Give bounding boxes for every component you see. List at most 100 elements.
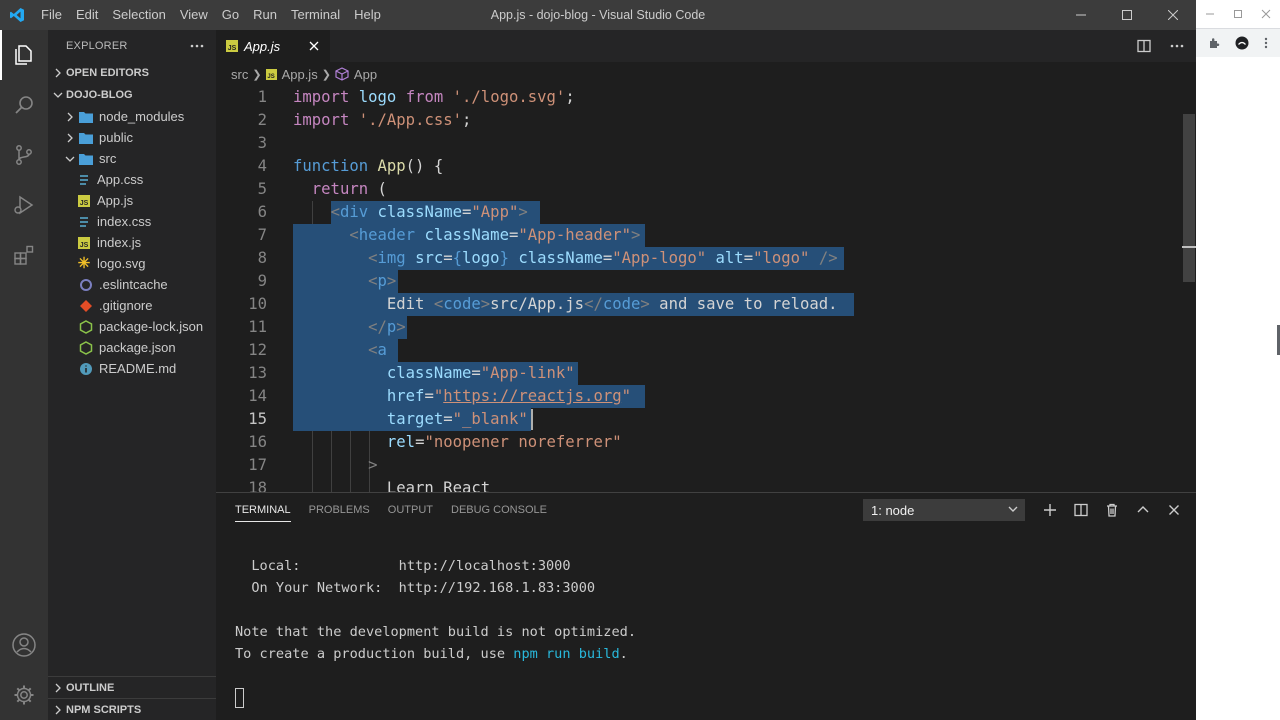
tab-terminal[interactable]: TERMINAL (226, 493, 300, 527)
code-line: 2 import './App.css'; (216, 109, 1196, 132)
code-line: 5 return ( (216, 178, 1196, 201)
terminal-prompt[interactable] (235, 687, 636, 709)
extensions-puzzle-icon[interactable] (1208, 37, 1220, 49)
search-icon[interactable] (0, 80, 48, 130)
browser-toolbar (1196, 29, 1280, 57)
accounts-icon[interactable] (0, 620, 48, 670)
code-editor[interactable]: 1 import logo from './logo.svg'; 2 import '… (216, 86, 1196, 492)
line-number: 13 (248, 364, 267, 382)
maximize-button[interactable] (1104, 0, 1150, 30)
new-terminal-icon[interactable] (1042, 502, 1058, 518)
close-tab-icon[interactable] (306, 38, 322, 54)
browser-menu-icon[interactable] (1264, 37, 1268, 49)
more-actions-icon[interactable] (1170, 44, 1184, 48)
tree-item-eslintcache[interactable]: .eslintcache (48, 274, 216, 295)
editor-scrollbar[interactable] (1182, 86, 1196, 492)
tree-item-label: index.css (97, 214, 152, 229)
code-text: return ( (311, 180, 387, 198)
tree-item-public[interactable]: public (48, 127, 216, 148)
menu-item-file[interactable]: File (34, 0, 69, 30)
tab-app-js[interactable]: JS App.js (216, 30, 330, 62)
code-text: import logo from './logo.svg'; (293, 88, 575, 106)
explorer-icon[interactable] (0, 30, 48, 80)
npm-scripts-label: NPM SCRIPTS (66, 703, 142, 716)
breadcrumb-src[interactable]: src (231, 67, 248, 82)
menu-item-edit[interactable]: Edit (69, 0, 105, 30)
more-actions-icon[interactable] (190, 44, 204, 48)
tree-item-gitignore[interactable]: .gitignore (48, 295, 216, 316)
tree-item-app-js[interactable]: JS App.js (48, 190, 216, 211)
project-section[interactable]: DOJO-BLOG (48, 84, 216, 106)
line-number: 6 (257, 203, 267, 221)
vscode-window: File Edit Selection View Go Run Terminal Help A… (0, 0, 1280, 720)
menu-item-help[interactable]: Help (347, 0, 388, 30)
close-panel-icon[interactable] (1166, 502, 1182, 518)
tree-item-app-css[interactable]: App.css (48, 169, 216, 190)
activity-bar-bottom (0, 620, 48, 720)
menu-item-go[interactable]: Go (215, 0, 246, 30)
terminal-output[interactable]: Local: http://localhost:3000 On Your Net… (235, 533, 636, 709)
browser-close-icon[interactable] (1261, 9, 1271, 19)
tree-item-package-lock-json[interactable]: package-lock.json (48, 316, 216, 337)
tab-problems[interactable]: PROBLEMS (300, 493, 379, 527)
code-text: <p> (368, 272, 397, 290)
code-line: 11 </p> (216, 316, 1196, 339)
editor-tabs: JS App.js (216, 30, 1196, 62)
menu-item-terminal[interactable]: Terminal (284, 0, 347, 30)
line-number: 10 (248, 295, 267, 313)
terminal-cursor (235, 688, 244, 708)
tab-output[interactable]: OUTPUT (379, 493, 442, 527)
split-terminal-icon[interactable] (1073, 502, 1089, 518)
chevron-right-icon (62, 112, 78, 122)
extensions-icon[interactable] (0, 230, 48, 280)
css-file-icon (76, 172, 92, 188)
npm-scripts-section[interactable]: NPM SCRIPTS (48, 698, 216, 720)
code-line: 6 <div className="App"> (216, 201, 1196, 224)
profile-avatar-icon[interactable] (1235, 36, 1249, 50)
split-editor-icon[interactable] (1136, 38, 1152, 54)
tree-item-index-css[interactable]: index.css (48, 211, 216, 232)
tree-item-node-modules[interactable]: node_modules (48, 106, 216, 127)
breadcrumb-file[interactable]: App.js (282, 67, 318, 82)
open-editors-section[interactable]: OPEN EDITORS (48, 62, 216, 84)
chevron-right-icon: ❯ (252, 68, 262, 81)
tree-item-src[interactable]: src (48, 148, 216, 169)
terminal-select-value: 1: node (871, 502, 915, 518)
breadcrumb-symbol[interactable]: App (354, 67, 377, 82)
browser-maximize-icon[interactable] (1233, 9, 1243, 19)
tab-debug-console[interactable]: DEBUG CONSOLE (442, 493, 556, 527)
code-text: <img src={logo} className="App-logo" alt… (368, 249, 838, 267)
close-window-button[interactable] (1150, 0, 1196, 30)
explorer-header: EXPLORER (48, 30, 216, 62)
tree-item-readme-md[interactable]: README.md (48, 358, 216, 379)
folder-icon (78, 130, 94, 146)
code-text: > (368, 456, 378, 474)
terminal-line: On Your Network: http://192.168.1.83:300… (235, 580, 596, 596)
outline-section[interactable]: OUTLINE (48, 676, 216, 698)
maximize-panel-icon[interactable] (1135, 502, 1151, 518)
editor-group: JS App.js src ❯ JS App.js ❯ App 1 import … (216, 30, 1196, 492)
menu-item-run[interactable]: Run (246, 0, 284, 30)
trash-icon[interactable] (1104, 502, 1120, 518)
code-line: 14 href="https://reactjs.org" (216, 385, 1196, 408)
scrollbar-thumb[interactable] (1183, 114, 1195, 282)
terminal-select[interactable]: 1: node (863, 499, 1025, 521)
source-control-icon[interactable] (0, 130, 48, 180)
js-file-icon: JS (76, 235, 92, 251)
tree-item-logo-svg[interactable]: ✳ logo.svg (48, 253, 216, 274)
run-debug-icon[interactable] (0, 180, 48, 230)
eslint-file-icon (78, 277, 94, 293)
menu-item-view[interactable]: View (173, 0, 215, 30)
tree-item-index-js[interactable]: JS index.js (48, 232, 216, 253)
code-line: 8 <img src={logo} className="App-logo" a… (216, 247, 1196, 270)
code-text: </p> (368, 318, 406, 336)
project-label: DOJO-BLOG (66, 89, 133, 101)
minimize-button[interactable] (1058, 0, 1104, 30)
browser-minimize-icon[interactable] (1205, 9, 1215, 19)
menu-item-selection[interactable]: Selection (105, 0, 172, 30)
line-number: 3 (257, 134, 267, 152)
text-cursor (530, 409, 533, 430)
tree-item-package-json[interactable]: package.json (48, 337, 216, 358)
manage-gear-icon[interactable] (0, 670, 48, 720)
